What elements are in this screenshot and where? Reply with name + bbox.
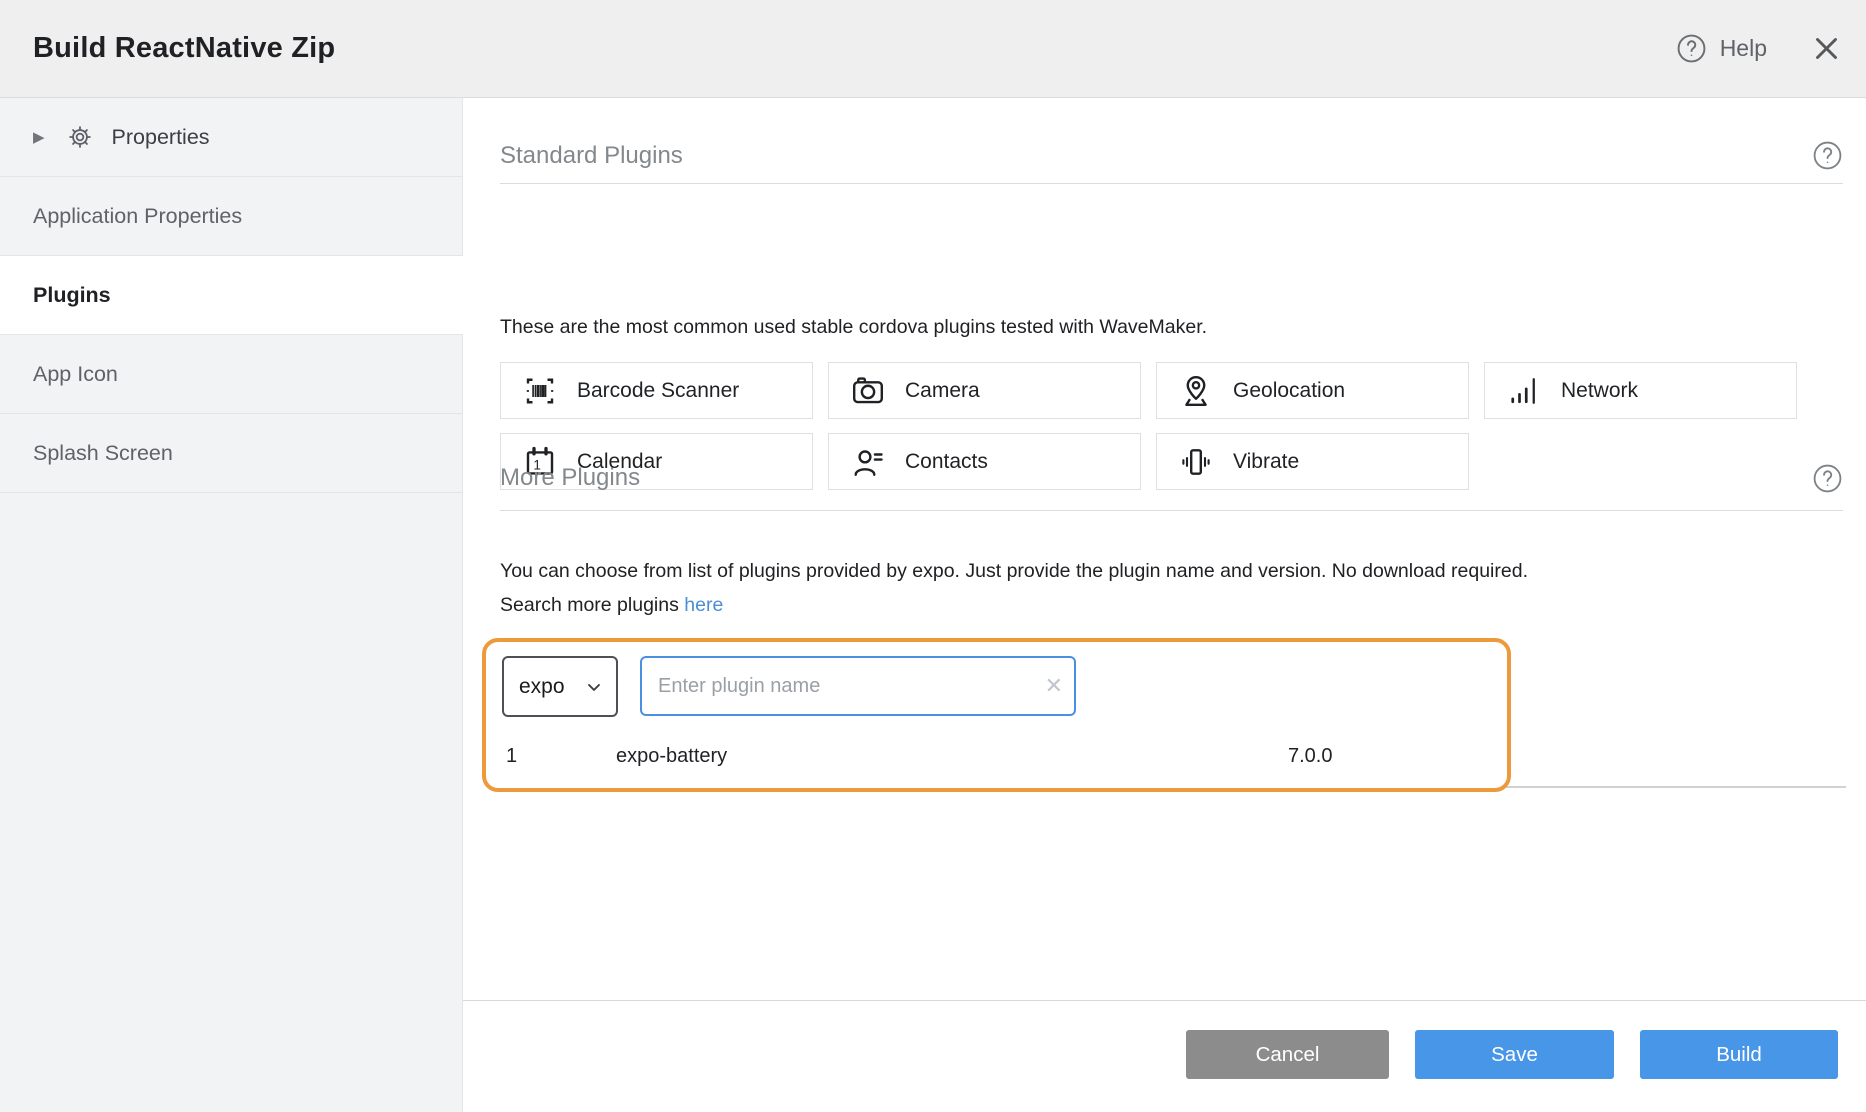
close-button[interactable] [1813, 35, 1840, 62]
plugin-row-name: expo-battery [616, 745, 1288, 768]
more-plugins-help-icon[interactable] [1812, 463, 1843, 494]
sidebar-item-label: Properties [112, 125, 210, 150]
network-icon [1504, 373, 1544, 409]
expo-plugin-highlight-box: expo ✕ 1 expo-battery 7.0.0 [482, 638, 1511, 792]
plugin-label: Barcode Scanner [577, 379, 739, 403]
sidebar-item-label: Application Properties [33, 204, 242, 229]
geolocation-icon [1176, 373, 1216, 409]
more-plugins-description-line1: You can choose from list of plugins prov… [500, 554, 1528, 588]
clear-input-icon[interactable]: ✕ [1045, 675, 1063, 697]
standard-plugins-description: These are the most common used stable co… [500, 316, 1207, 339]
footer-divider [463, 1000, 1866, 1001]
plugin-source-value: expo [519, 675, 565, 699]
help-circle-icon [1676, 33, 1707, 64]
plugin-card-network[interactable]: Network [1484, 362, 1797, 419]
plugin-card-geolocation[interactable]: Geolocation [1156, 362, 1469, 419]
plugin-label: Camera [905, 379, 980, 403]
plugin-card-camera[interactable]: Camera [828, 362, 1141, 419]
save-button[interactable]: Save [1415, 1030, 1614, 1079]
plugin-row-separator [1499, 786, 1846, 788]
footer-buttons: Cancel Save Build [1186, 1030, 1838, 1079]
sidebar-item-plugins[interactable]: Plugins [0, 256, 463, 335]
search-plugins-link[interactable]: here [684, 594, 723, 616]
main-content: Standard Plugins These are the most comm… [463, 98, 1866, 1112]
cancel-button[interactable]: Cancel [1186, 1030, 1389, 1079]
sidebar-item-splash-screen[interactable]: Splash Screen [0, 414, 462, 493]
help-button[interactable]: Help [1676, 33, 1767, 64]
plugin-name-input[interactable] [640, 656, 1076, 716]
camera-icon [848, 373, 888, 409]
plugin-source-select[interactable]: expo [502, 656, 618, 717]
plugin-card-barcode-scanner[interactable]: Barcode Scanner [500, 362, 813, 419]
help-label: Help [1720, 35, 1767, 62]
plugin-row-index: 1 [502, 745, 616, 768]
sidebar-item-application-properties[interactable]: Application Properties [0, 177, 462, 256]
gear-icon [67, 124, 93, 150]
page-title: Build ReactNative Zip [33, 32, 335, 65]
barcode-icon [520, 373, 560, 409]
more-plugins-description: You can choose from list of plugins prov… [500, 554, 1528, 622]
chevron-down-icon [584, 677, 604, 697]
standard-plugins-help-icon[interactable] [1812, 140, 1843, 171]
sidebar-item-label: App Icon [33, 362, 118, 387]
dialog-header: Build ReactNative Zip Help [0, 0, 1866, 98]
standard-plugins-title: Standard Plugins [500, 142, 683, 170]
plugin-label: Network [1561, 379, 1638, 403]
more-plugins-description-line2: Search more plugins here [500, 588, 1528, 622]
more-plugins-title: More Plugins [500, 464, 640, 492]
caret-right-icon[interactable]: ▶ [33, 130, 45, 145]
plugin-list-row[interactable]: 1 expo-battery 7.0.0 [502, 728, 1507, 784]
plugin-label: Geolocation [1233, 379, 1345, 403]
build-reactnative-zip-dialog: Build ReactNative Zip Help [0, 0, 1866, 1112]
sidebar-item-properties[interactable]: ▶ Properties [0, 98, 462, 177]
standard-plugins-header: Standard Plugins [500, 128, 1843, 184]
build-button[interactable]: Build [1640, 1030, 1838, 1079]
more-plugins-header: More Plugins [500, 446, 1843, 511]
sidebar: ▶ Properties Application Properties Plug… [0, 98, 463, 1112]
plugin-row-version: 7.0.0 [1288, 745, 1488, 768]
sidebar-item-label: Splash Screen [33, 441, 173, 466]
sidebar-item-app-icon[interactable]: App Icon [0, 335, 462, 414]
sidebar-item-label: Plugins [33, 283, 111, 308]
